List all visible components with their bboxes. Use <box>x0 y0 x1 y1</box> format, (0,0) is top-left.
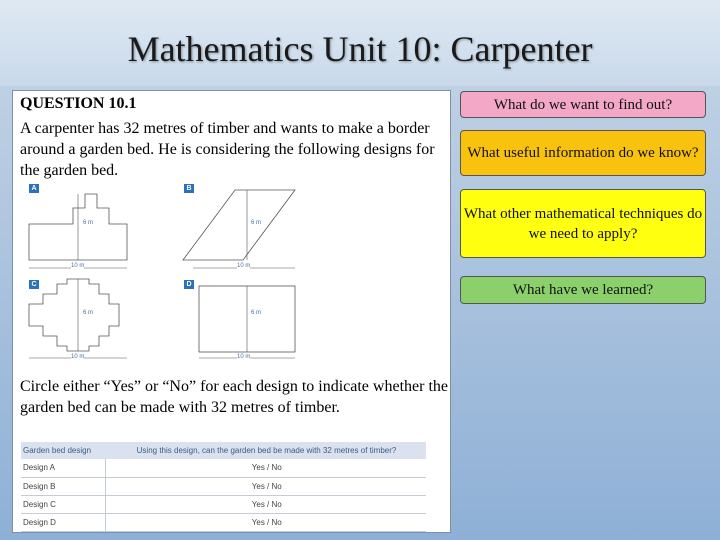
table-cell-design: Design C <box>21 495 105 514</box>
design-d-badge: D <box>184 280 194 289</box>
table-cell-answer[interactable]: Yes / No <box>104 459 426 478</box>
design-c-height-label: 6 m <box>83 310 94 316</box>
table-row: Design A Yes / No <box>21 459 426 478</box>
table-row: Design D Yes / No <box>21 513 426 532</box>
table-row: Design B Yes / No <box>21 477 426 496</box>
design-b-height-label: 6 m <box>251 220 262 226</box>
question-panel: QUESTION 10.1 A carpenter has 32 metres … <box>12 90 451 533</box>
table-header-row: Garden bed design Using this design, can… <box>21 442 426 459</box>
table-cell-design: Design A <box>21 459 105 478</box>
table-header-design: Garden bed design <box>21 442 105 459</box>
table-header-question: Using this design, can the garden bed be… <box>105 442 426 459</box>
design-d-width-label: 10 m <box>237 354 251 360</box>
designs-figure <box>28 189 296 359</box>
design-a-width-label: 10 m <box>71 263 85 269</box>
answer-table: Garden bed design Using this design, can… <box>21 442 426 532</box>
prompt-find-out: What do we want to find out? <box>460 91 706 118</box>
table-cell-answer[interactable]: Yes / No <box>104 513 426 532</box>
slide-title: Mathematics Unit 10: Carpenter <box>127 29 593 69</box>
design-b-shape <box>182 189 296 261</box>
table-cell-answer[interactable]: Yes / No <box>104 495 426 514</box>
prompt-learned: What have we learned? <box>460 276 706 304</box>
question-instruction: Circle either “Yes” or “No” for each des… <box>20 378 448 416</box>
design-b-badge: B <box>184 184 194 193</box>
prompt-useful-info: What useful information do we know? <box>460 130 706 176</box>
title-bar: Mathematics Unit 10: Carpenter <box>0 0 720 86</box>
table-cell-answer[interactable]: Yes / No <box>104 477 426 496</box>
garden-bed-designs: A B C D 6 m 10 m 6 m 10 m 6 m 10 m 6 m 1… <box>23 184 323 362</box>
prompt-techniques: What other mathematical techniques do we… <box>460 189 706 258</box>
table-cell-design: Design D <box>21 513 105 532</box>
question-text: A carpenter has 32 metres of timber and … <box>20 120 435 179</box>
design-c-badge: C <box>29 280 39 289</box>
design-d-height-label: 6 m <box>251 310 262 316</box>
design-b-width-label: 10 m <box>237 263 251 269</box>
question-heading: QUESTION 10.1 <box>20 95 137 112</box>
design-c-width-label: 10 m <box>71 354 85 360</box>
table-cell-design: Design B <box>21 477 105 496</box>
table-row: Design C Yes / No <box>21 495 426 514</box>
design-a-height-label: 6 m <box>83 220 94 226</box>
design-c-shape <box>28 278 120 352</box>
